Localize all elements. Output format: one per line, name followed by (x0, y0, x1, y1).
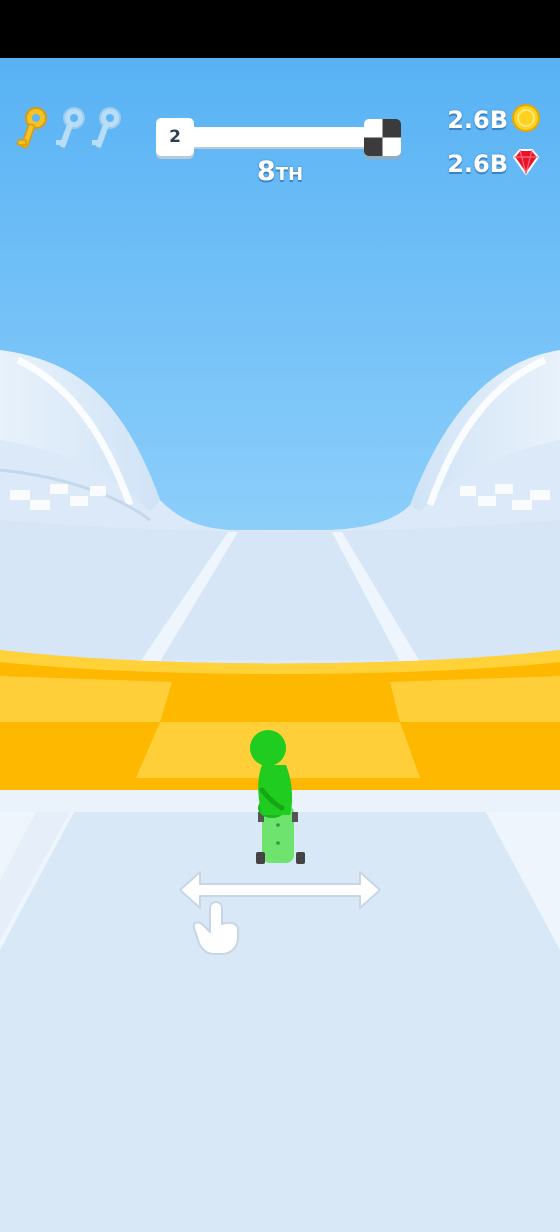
level-number: 2 (156, 118, 194, 156)
gem-balance: 2.6B (447, 146, 540, 182)
coin-icon (512, 104, 540, 136)
key-icon (54, 106, 88, 152)
game-scene[interactable] (0, 58, 560, 1232)
status-bar (0, 0, 560, 58)
coin-amount: 2.6B (447, 106, 508, 134)
gem-amount: 2.6B (447, 150, 508, 178)
coin-balance: 2.6B (447, 102, 540, 138)
rank-suffix: TH (275, 164, 304, 185)
progress-track (176, 127, 381, 147)
race-position: 8TH (224, 156, 336, 187)
gem-icon (512, 149, 540, 179)
finish-flag-icon (364, 119, 401, 156)
swipe-hand-icon (176, 866, 384, 956)
key-icon (16, 106, 50, 152)
keys-counter (16, 106, 126, 152)
rank-number: 8 (256, 156, 276, 187)
key-icon (90, 106, 124, 152)
level-progress-bar: 2 (156, 118, 403, 158)
